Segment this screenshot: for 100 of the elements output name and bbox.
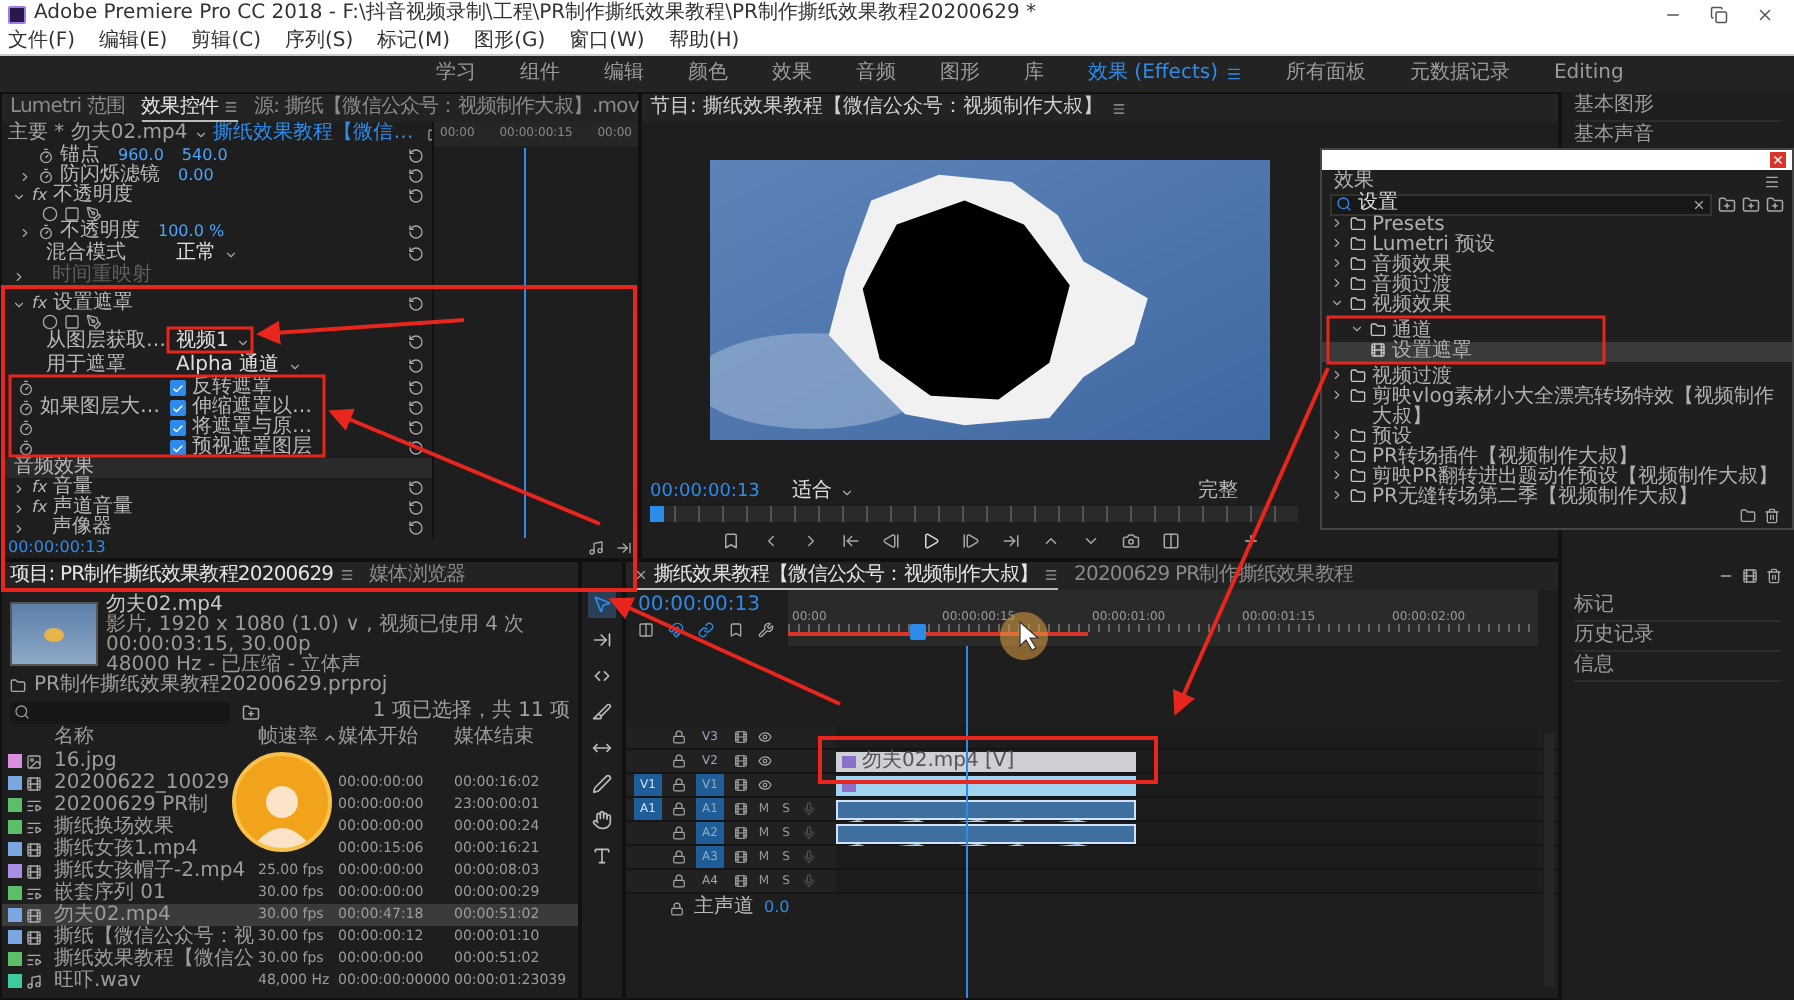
effect-name[interactable]: 声道音量	[53, 498, 134, 518]
item-name[interactable]: 16.jpg	[54, 750, 117, 772]
reset-icon[interactable]	[408, 168, 424, 184]
panel-name[interactable]: 历史记录	[1574, 622, 1782, 652]
audio-icon[interactable]	[588, 540, 604, 556]
reset-icon[interactable]	[408, 188, 424, 204]
tree-item[interactable]: 视频效果	[1322, 296, 1792, 316]
timecode[interactable]: 00:00:00:13	[650, 480, 760, 504]
menu-icon[interactable]	[1764, 173, 1780, 189]
workspace-tab[interactable]: Editing	[1553, 62, 1624, 86]
checkbox[interactable]	[170, 380, 186, 396]
column-header[interactable]: 媒体结束	[454, 726, 578, 750]
snap-icon[interactable]	[668, 622, 684, 638]
reset-icon[interactable]	[408, 440, 424, 456]
lock-icon[interactable]	[672, 730, 686, 744]
clip-icon[interactable]	[1742, 568, 1758, 584]
chevron-right-icon[interactable]	[1330, 488, 1344, 502]
pen-mask-icon[interactable]	[86, 206, 102, 222]
add-button[interactable]	[1241, 531, 1259, 549]
marker-icon[interactable]	[728, 622, 744, 638]
reset-icon[interactable]	[408, 148, 424, 164]
trash-icon[interactable]	[1764, 508, 1780, 524]
effect-name[interactable]: 音量	[53, 478, 94, 498]
tree-item[interactable]: 剪映PR翻转进出题动作预设【视频制作大叔】	[1322, 468, 1792, 488]
tree-item[interactable]: Presets	[1322, 216, 1792, 236]
chevron-right-icon[interactable]	[1330, 368, 1344, 382]
panel-tab[interactable]: 项目: PR制作撕纸效果教程20200629	[10, 562, 354, 590]
checkbox[interactable]	[170, 420, 186, 436]
lock-icon[interactable]	[672, 874, 686, 888]
pen-tool[interactable]	[588, 770, 616, 798]
chevron-right-icon[interactable]	[18, 225, 32, 239]
new-bin-icon[interactable]	[242, 703, 260, 721]
nest-icon[interactable]	[638, 622, 654, 638]
menu-item[interactable]: 编辑(E)	[99, 29, 168, 53]
step-forward-icon[interactable]	[961, 531, 979, 549]
lock-icon[interactable]	[672, 802, 686, 816]
lock-icon[interactable]	[670, 901, 684, 915]
chevron-right-icon[interactable]	[1330, 428, 1344, 442]
stopwatch-icon[interactable]	[38, 168, 54, 184]
resolution-dropdown[interactable]: 完整	[1198, 482, 1238, 502]
wrench-icon[interactable]	[758, 622, 774, 638]
folder-icon[interactable]	[1766, 195, 1784, 213]
reset-icon[interactable]	[408, 334, 424, 350]
panel-tab[interactable]: 源: 撕纸【微信公众号：视频制作大叔】.mov	[254, 94, 639, 122]
lock-icon[interactable]	[672, 826, 686, 840]
eye-icon[interactable]	[758, 778, 772, 792]
item-name[interactable]: 旺吓.wav	[54, 970, 141, 992]
stopwatch-icon[interactable]	[38, 224, 54, 240]
panel-name[interactable]: 信息	[1574, 652, 1782, 682]
workspace-tab[interactable]: 组件	[520, 62, 560, 86]
clear-icon[interactable]	[1692, 197, 1706, 211]
panel-tab[interactable]: 效果控件	[141, 94, 239, 122]
chevron-right-icon[interactable]	[1330, 256, 1344, 270]
dropdown[interactable]: 正常	[172, 244, 242, 264]
master-volume[interactable]: 0.0	[764, 898, 790, 918]
tree-item[interactable]: 剪映vlog素材小大全漂亮转场特效【视频制作大叔】	[1322, 388, 1792, 428]
stopwatch-icon[interactable]	[18, 400, 34, 416]
marker-icon[interactable]	[721, 531, 739, 549]
tree-item[interactable]: 通道	[1322, 322, 1792, 342]
item-name[interactable]: 嵌套序列 01	[54, 882, 166, 904]
chevron-right-icon[interactable]	[18, 169, 32, 183]
workspace-tab[interactable]: 效果 (Effects)	[1088, 62, 1218, 86]
dropdown[interactable]: Alpha 通道	[172, 356, 306, 376]
chevron-right-icon[interactable]	[12, 481, 26, 495]
hand-tool[interactable]	[588, 806, 616, 834]
item-name[interactable]: 20200622_10029	[54, 772, 230, 794]
reset-icon[interactable]	[408, 296, 424, 312]
audio-clip[interactable]	[836, 800, 1136, 820]
tree-item[interactable]: Lumetri 预设	[1322, 236, 1792, 256]
trash-icon[interactable]	[1766, 568, 1782, 584]
checkbox[interactable]	[170, 440, 186, 456]
audio-clip[interactable]	[836, 824, 1136, 844]
restore-icon[interactable]	[1710, 5, 1728, 23]
new-bin-icon[interactable]	[1740, 508, 1756, 524]
close-icon[interactable]	[634, 568, 648, 582]
item-name[interactable]: 撕纸【微信公众号：视	[54, 926, 254, 948]
reset-icon[interactable]	[408, 520, 424, 536]
value-text[interactable]: 0.00	[178, 166, 214, 186]
folder-icon[interactable]	[1742, 195, 1760, 213]
chevron-right-icon[interactable]	[12, 521, 26, 535]
item-name[interactable]: 撕纸女孩帽子-2.mp4	[54, 860, 246, 882]
eye-icon[interactable]	[758, 754, 772, 768]
value-text[interactable]: 100.0 %	[158, 222, 225, 242]
go-to-out-icon[interactable]	[1001, 531, 1019, 549]
camera-icon[interactable]	[1121, 531, 1139, 549]
chevron-right-icon[interactable]	[1330, 216, 1344, 230]
lock-icon[interactable]	[672, 850, 686, 864]
timecode[interactable]: 00:00:00:13	[8, 538, 106, 558]
workspace-tab[interactable]: 元数据记录	[1409, 62, 1510, 86]
reset-icon[interactable]	[408, 420, 424, 436]
tree-item[interactable]: 音频效果	[1322, 256, 1792, 276]
close-icon[interactable]	[1756, 5, 1774, 23]
chevron-down-icon[interactable]	[1330, 296, 1344, 310]
stopwatch-icon[interactable]	[18, 440, 34, 456]
close-button[interactable]	[1770, 152, 1786, 168]
reset-icon[interactable]	[408, 358, 424, 374]
stopwatch-icon[interactable]	[38, 148, 54, 164]
search-field[interactable]	[10, 701, 230, 723]
workspace-tab[interactable]: 编辑	[604, 62, 644, 86]
ellipse-mask-icon[interactable]	[42, 314, 58, 330]
